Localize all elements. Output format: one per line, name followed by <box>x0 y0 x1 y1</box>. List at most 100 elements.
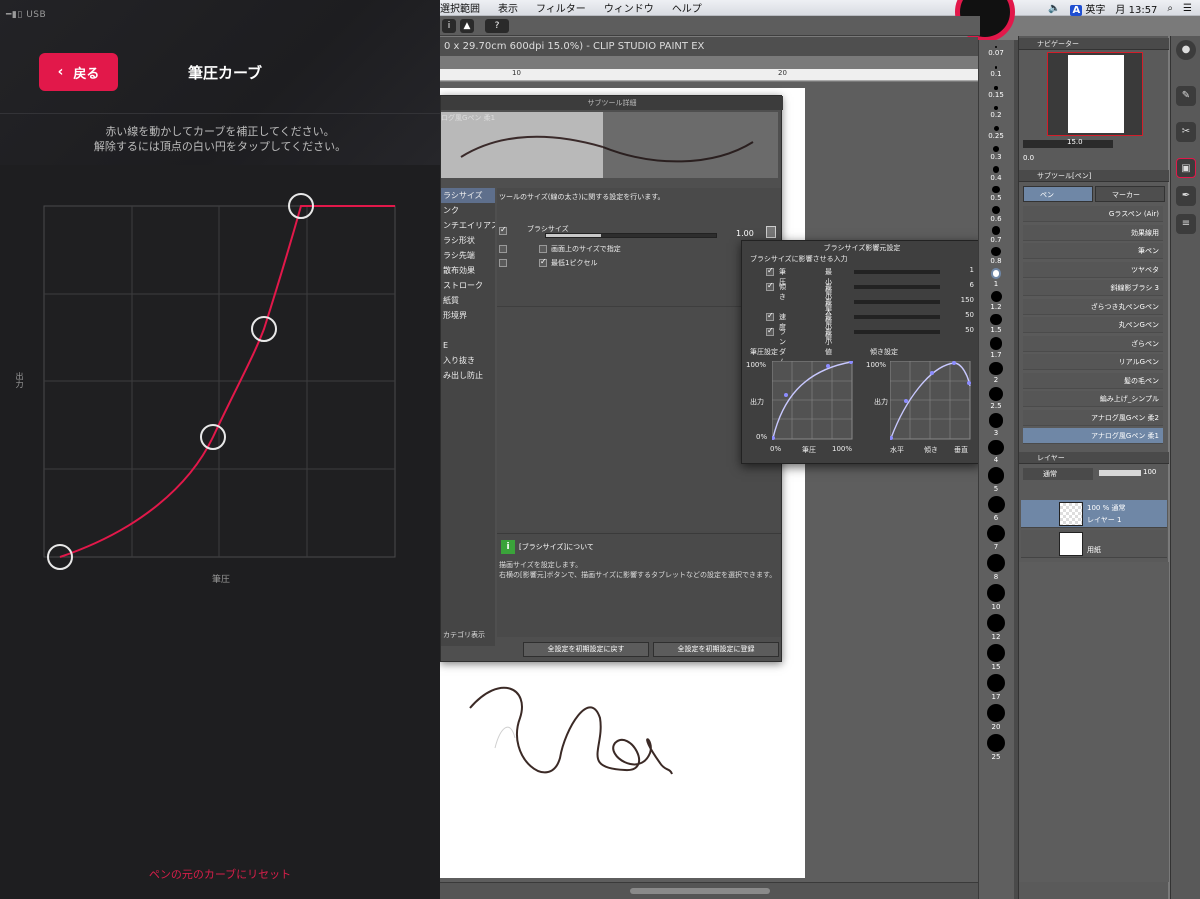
category-item[interactable] <box>441 323 495 338</box>
brush-size-dot[interactable] <box>992 206 1000 214</box>
zoom-value[interactable]: 15.0 <box>1067 138 1083 146</box>
brush-size-dot[interactable] <box>989 387 1003 401</box>
brush-size-dot[interactable] <box>987 734 1005 753</box>
menu-view[interactable]: 表示 <box>498 0 518 15</box>
pressure-checkbox[interactable] <box>766 266 774 276</box>
brush-list-item[interactable]: 効果線用 <box>1023 224 1163 241</box>
menu-list-icon[interactable]: ☰ <box>1183 3 1192 14</box>
back-button[interactable]: ‹ 戻る <box>39 53 118 91</box>
reset-all-button[interactable]: 全設定を初期設定に戻す <box>523 642 649 657</box>
brush-size-dot[interactable] <box>990 290 1002 302</box>
brush-size-dot[interactable] <box>987 495 1005 513</box>
navigator-preview[interactable] <box>1047 52 1143 136</box>
color-circle-icon[interactable]: ● <box>1176 40 1196 60</box>
speed-value[interactable]: 50 <box>946 311 974 319</box>
category-item[interactable]: ストローク <box>441 278 495 293</box>
brush-size-dot[interactable] <box>991 226 1001 235</box>
speed-checkbox[interactable] <box>766 311 774 321</box>
menu-help[interactable]: ヘルプ <box>672 0 702 15</box>
pressure-slider[interactable] <box>854 270 940 274</box>
brush-size-dot[interactable] <box>995 46 997 48</box>
layer-icon[interactable]: ▣ <box>1176 158 1196 178</box>
brush-size-dot[interactable] <box>987 467 1005 484</box>
tilt-max-value[interactable]: 150 <box>946 296 974 304</box>
brush-list-item[interactable]: ツヤベタ <box>1023 261 1163 278</box>
help-icon[interactable]: ? <box>485 19 509 33</box>
brush-size-slider[interactable] <box>545 233 717 238</box>
brush-size-dot[interactable] <box>994 86 998 90</box>
category-item[interactable]: E <box>441 338 495 353</box>
random-checkbox[interactable] <box>766 326 774 336</box>
brush-size-value[interactable]: 1.00 <box>736 229 754 238</box>
random-slider[interactable] <box>854 330 940 334</box>
blend-mode-select[interactable]: 通常 <box>1023 468 1093 480</box>
brush-size-dot[interactable] <box>987 614 1005 633</box>
brush-list-item[interactable]: リアルGペン <box>1023 354 1163 370</box>
brush-size-dot[interactable] <box>987 524 1005 543</box>
brush-size-dot[interactable] <box>992 186 1000 194</box>
category-item[interactable]: ンク <box>441 203 495 218</box>
brush-list-item[interactable]: 斜線影ブラシ 3 <box>1023 280 1163 296</box>
brush-list-item[interactable]: 筆ペン <box>1023 243 1163 259</box>
random-value[interactable]: 50 <box>946 326 974 334</box>
opacity-slider[interactable] <box>1099 470 1141 476</box>
opacity-value[interactable]: 100 <box>1143 468 1156 476</box>
category-item[interactable]: ラシサイズ <box>441 188 495 203</box>
register-default-button[interactable]: 全設定を初期設定に登録 <box>653 642 779 657</box>
subtool-tab[interactable]: ログ風Gペン 柔1 <box>441 112 511 124</box>
brush-tool-icon[interactable]: ✒ <box>1176 186 1196 206</box>
brush-size-dot[interactable] <box>987 644 1005 663</box>
brush-size-checkbox[interactable] <box>499 225 507 235</box>
tilt-mini-graph[interactable] <box>890 361 972 441</box>
brush-list-item[interactable]: ざらペン <box>1023 335 1163 352</box>
layer-row[interactable]: 用紙 <box>1021 530 1167 558</box>
brush-size-dot[interactable] <box>990 268 1002 279</box>
tab-marker[interactable]: マーカー <box>1095 186 1165 202</box>
row-checkbox[interactable] <box>499 259 507 267</box>
pressure-curve-graph[interactable] <box>20 185 410 575</box>
brush-size-dot[interactable] <box>992 166 1000 173</box>
brush-size-dot[interactable] <box>993 146 999 152</box>
horizontal-scrollbar[interactable] <box>440 882 978 899</box>
layers-stack-icon[interactable]: ≡ <box>1176 214 1196 234</box>
speed-slider[interactable] <box>854 315 940 319</box>
min-pixel-checkbox[interactable] <box>539 257 547 267</box>
navigator-header[interactable]: ナビゲーター <box>1019 38 1169 50</box>
category-item[interactable]: 紙質 <box>441 293 495 308</box>
menu-window[interactable]: ウィンドウ <box>604 0 654 15</box>
brush-size-dot[interactable] <box>987 584 1005 603</box>
brush-list-item[interactable]: アナログ風Gペン 柔2 <box>1023 409 1163 426</box>
tilt-min-slider[interactable] <box>854 285 940 289</box>
info-icon[interactable]: i <box>442 19 456 33</box>
layer-header[interactable]: レイヤー <box>1019 452 1169 464</box>
category-item[interactable]: ラシ先端 <box>441 248 495 263</box>
brush-size-dot[interactable] <box>989 337 1003 350</box>
subtool-header[interactable]: サブツール[ペン] <box>1019 170 1169 182</box>
brush-size-dot[interactable] <box>993 126 999 131</box>
category-item[interactable]: ラシ形状 <box>441 233 495 248</box>
screen-size-checkbox[interactable] <box>539 245 547 253</box>
reset-curve-button[interactable]: ペンの元のカーブにリセット <box>0 866 440 882</box>
menu-select[interactable]: 選択範囲 <box>440 0 480 15</box>
brush-size-dot[interactable] <box>988 413 1004 428</box>
brush-size-dot[interactable] <box>994 66 998 69</box>
sub-tool-icon[interactable]: ✂ <box>1176 122 1196 142</box>
brush-size-dot[interactable] <box>989 361 1003 375</box>
ime-indicator[interactable]: A 英字 <box>1070 1 1105 16</box>
brush-list-item[interactable]: ざらつき丸ペンGペン <box>1023 298 1163 315</box>
brush-list-item[interactable]: 髪の毛ペン <box>1023 372 1163 389</box>
category-item[interactable]: 散布効果 <box>441 263 495 278</box>
pressure-value[interactable]: 1 <box>946 266 974 274</box>
category-item[interactable]: み出し防止 <box>441 368 495 383</box>
tab-pen[interactable]: ペン <box>1023 186 1093 202</box>
row-checkbox[interactable] <box>499 245 507 253</box>
category-item[interactable]: ンチエイリアス <box>441 218 495 233</box>
brush-size-dot[interactable] <box>990 313 1002 326</box>
pressure-mini-graph[interactable] <box>772 361 854 441</box>
category-view-button[interactable]: カテゴリ表示 <box>443 630 485 640</box>
category-item[interactable]: 形境界 <box>441 308 495 323</box>
brush-size-dot[interactable] <box>993 106 999 111</box>
brush-list-item[interactable]: Gラスペン (Air) <box>1023 206 1163 222</box>
angle-value[interactable]: 0.0 <box>1023 154 1034 162</box>
tilt-checkbox[interactable] <box>766 281 774 291</box>
